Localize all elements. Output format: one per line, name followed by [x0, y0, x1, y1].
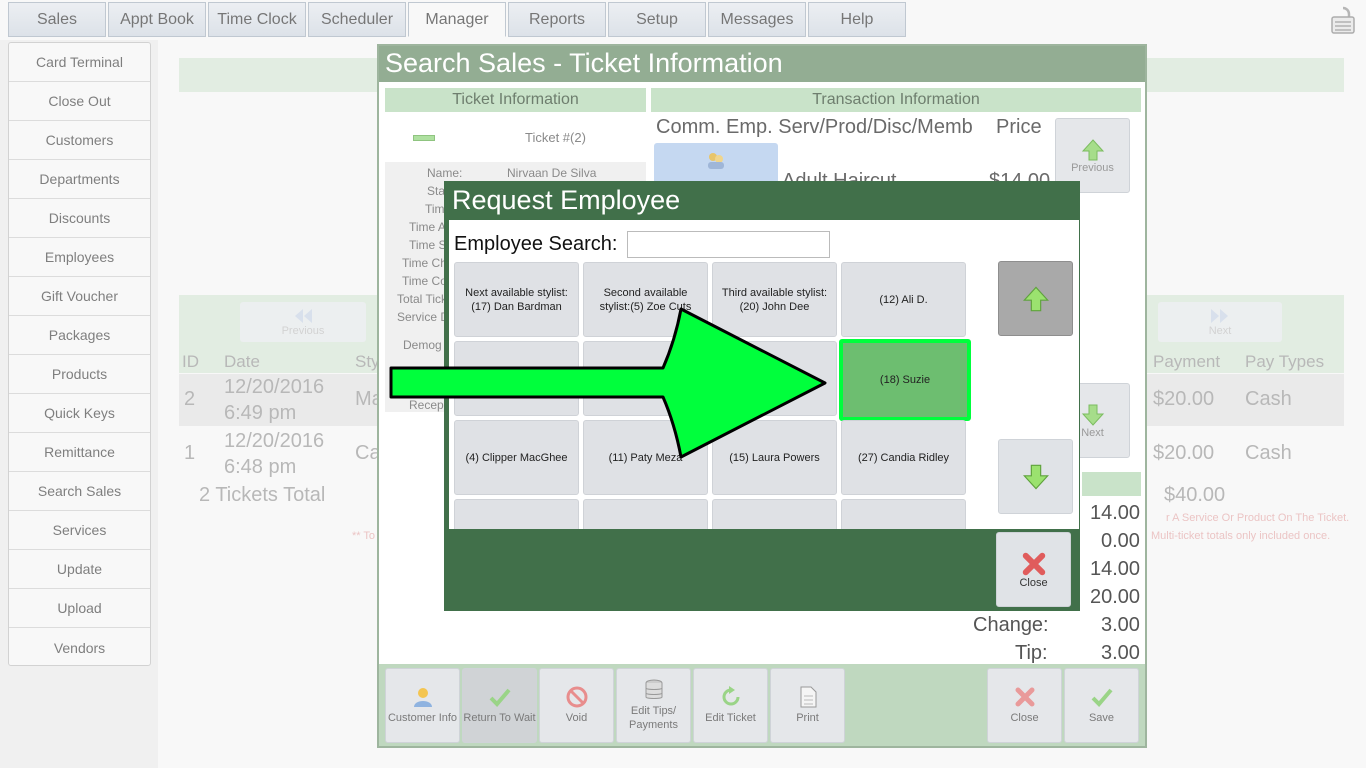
- edit-tips-payments-button[interactable]: Edit Tips/ Payments: [616, 668, 691, 743]
- employee-button[interactable]: [583, 499, 708, 529]
- close-icon: [1022, 552, 1045, 575]
- previous-item-label: Previous: [1071, 161, 1114, 174]
- change-value: 3.00: [1101, 614, 1140, 636]
- ticket-information-header: Ticket Information: [385, 88, 646, 112]
- void-label: Void: [565, 712, 588, 724]
- employee-search-input[interactable]: [627, 231, 830, 258]
- employee-button[interactable]: [454, 499, 579, 529]
- ticket-close-button[interactable]: Close: [987, 668, 1062, 743]
- employees-icon: [708, 153, 724, 169]
- customer-info-label: Customer Info: [387, 712, 458, 724]
- field-label: Total Tick: [397, 292, 448, 306]
- save-label: Save: [1088, 712, 1115, 724]
- name-value: Nirvaan De Silva: [507, 166, 597, 180]
- tip-label: Tip:: [1015, 642, 1048, 664]
- arrow-down-icon: [1081, 404, 1104, 426]
- refresh-icon: [722, 686, 739, 706]
- totals-header: [1082, 472, 1141, 496]
- next-item-label: Next: [1081, 426, 1104, 439]
- employee-button[interactable]: (27) Candia Ridley: [841, 420, 966, 495]
- save-button[interactable]: Save: [1064, 668, 1139, 743]
- return-to-wait-label: Return To Wait: [463, 712, 536, 724]
- scroll-up-button[interactable]: [998, 261, 1073, 336]
- ticket-close-label: Close: [1010, 712, 1039, 724]
- void-button[interactable]: Void: [539, 668, 614, 743]
- print-label: Print: [796, 712, 819, 724]
- total-value: 20.00: [1090, 586, 1141, 608]
- close-icon: [1015, 687, 1034, 707]
- arrow-up-icon: [1022, 285, 1049, 311]
- edit-ticket-label: Edit Ticket: [705, 712, 756, 724]
- total-value: 0.00: [1101, 530, 1140, 552]
- arrow-annotation-icon: [389, 307, 827, 459]
- employee-assign-button[interactable]: [654, 143, 778, 185]
- ticket-information-title: Search Sales - Ticket Information: [379, 46, 1145, 82]
- transaction-information-header: Transaction Information: [651, 88, 1141, 112]
- scroll-down-button[interactable]: [998, 439, 1073, 514]
- print-button[interactable]: Print: [770, 668, 845, 743]
- arrow-down-icon: [1022, 464, 1049, 490]
- checkmark-icon: [1091, 688, 1113, 707]
- customer-info-button[interactable]: Customer Info: [385, 668, 460, 743]
- field-label: Time S: [409, 238, 447, 252]
- field-label: Time Co: [402, 274, 447, 288]
- void-icon: [566, 686, 587, 708]
- employee-button[interactable]: [841, 499, 966, 529]
- total-value: 14.00: [1090, 558, 1141, 580]
- tip-value: 3.00: [1101, 642, 1140, 664]
- change-label: Change:: [973, 614, 1049, 636]
- document-icon: [800, 686, 816, 708]
- employee-button-selected[interactable]: (18) Suzie: [839, 339, 971, 421]
- collapse-icon[interactable]: [413, 135, 435, 141]
- field-label: Time A: [409, 220, 446, 234]
- request-employee-close-button[interactable]: Close: [996, 532, 1071, 607]
- request-employee-title: Request Employee: [452, 185, 681, 215]
- employee-button[interactable]: (12) Ali D.: [841, 262, 966, 337]
- name-label: Name:: [427, 166, 463, 180]
- request-employee-close-label: Close: [1019, 576, 1048, 589]
- ticket-number: Ticket #(2): [525, 130, 586, 145]
- columns-header: Comm. Emp. Serv/Prod/Disc/Memb: [656, 116, 973, 138]
- price-header: Price: [996, 116, 1042, 138]
- database-icon: [645, 679, 662, 699]
- employee-button[interactable]: [712, 499, 837, 529]
- edit-ticket-button[interactable]: Edit Ticket: [693, 668, 768, 743]
- total-value: 14.00: [1090, 502, 1141, 524]
- field-label: Tim: [425, 202, 445, 216]
- field-label: Time Ch: [402, 256, 447, 270]
- arrow-up-icon: [1081, 138, 1104, 160]
- employee-search-label: Employee Search:: [454, 233, 618, 255]
- edit-tips-payments-label: Edit Tips/ Payments: [629, 705, 678, 731]
- field-label: Sta: [427, 184, 446, 198]
- user-icon: [413, 688, 432, 707]
- checkmark-icon: [489, 688, 511, 707]
- return-to-wait-button[interactable]: Return To Wait: [462, 668, 537, 743]
